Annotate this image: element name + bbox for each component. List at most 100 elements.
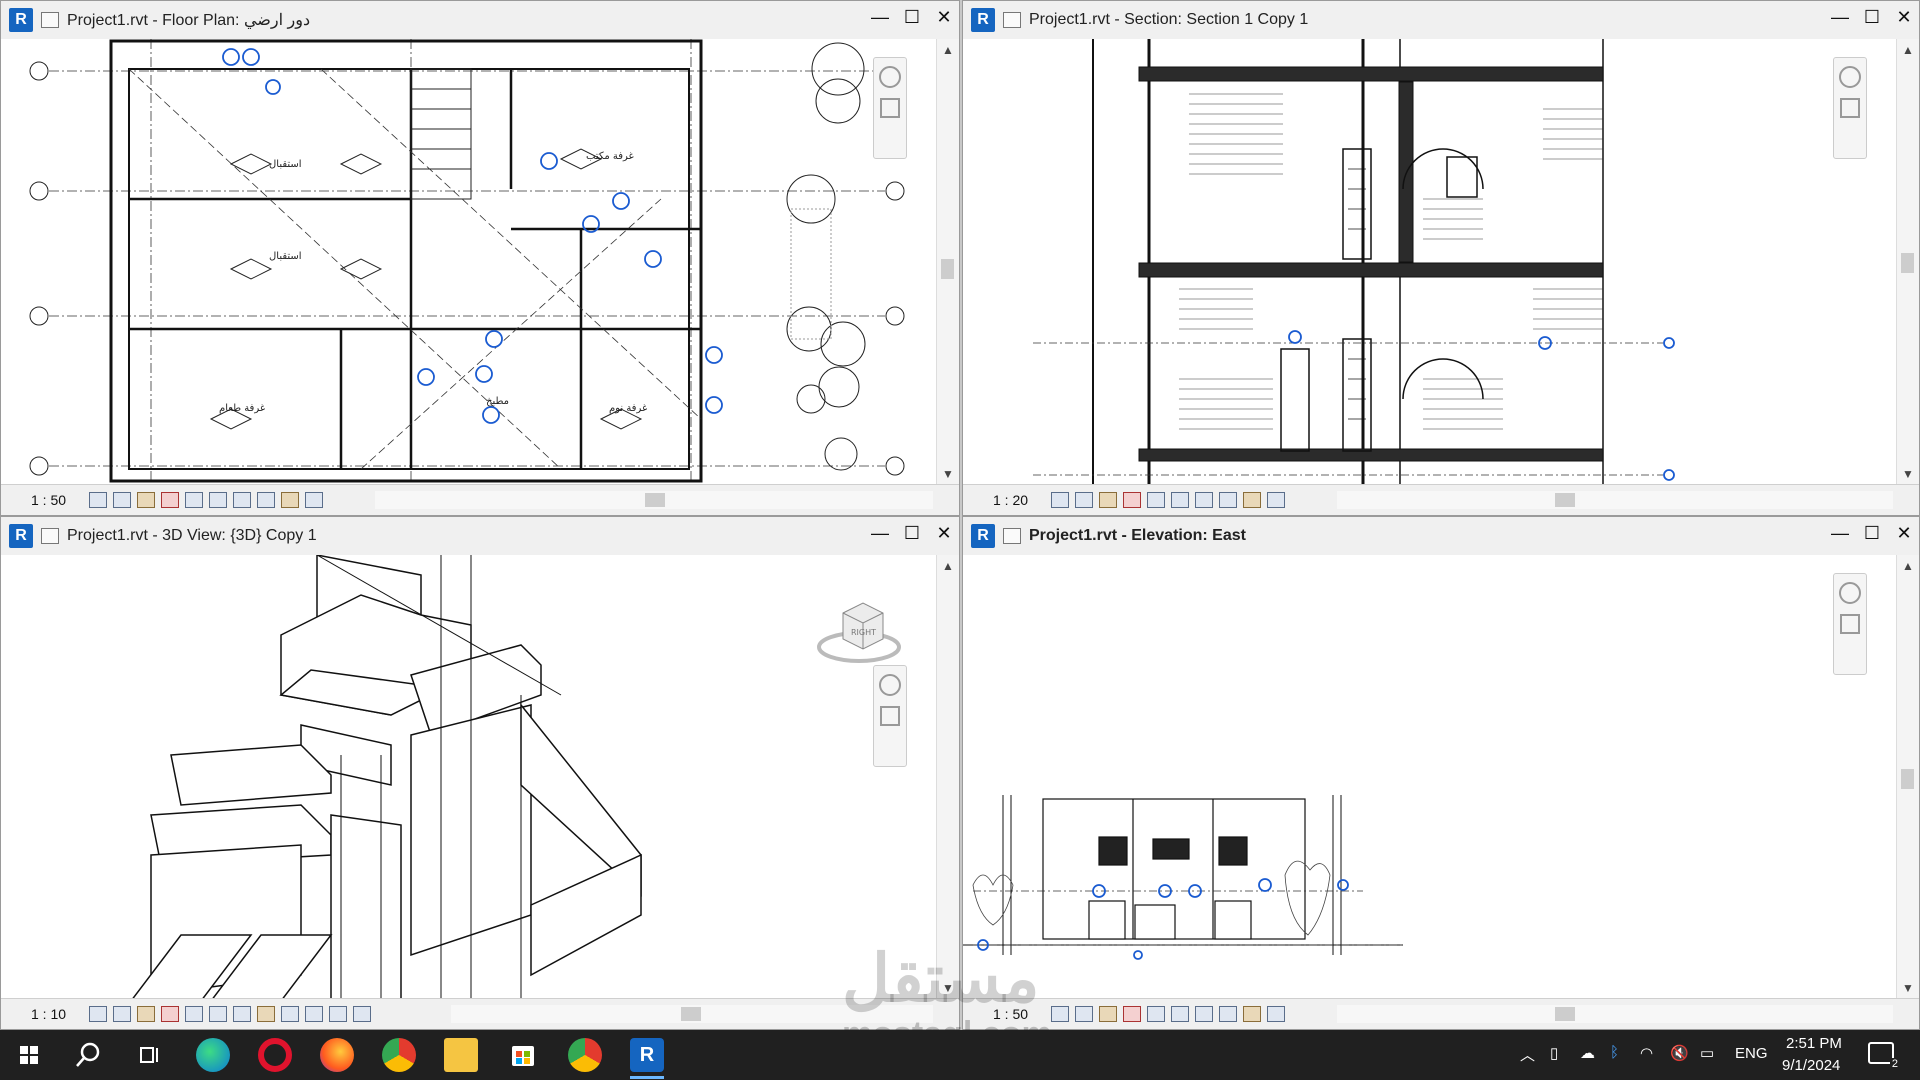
view-cube[interactable]: RIGHT [817,595,901,665]
elevation-canvas[interactable] [963,555,1897,999]
vertical-scrollbar[interactable]: ▲ ▼ [1896,39,1919,485]
store-icon[interactable] [506,1038,540,1072]
vertical-scrollbar[interactable]: ▲ ▼ [936,39,959,485]
section-titlebar[interactable]: R Project1.rvt - Section: Section 1 Copy… [963,1,1919,40]
visual-style-icon[interactable] [1075,1006,1093,1022]
opera-icon[interactable] [258,1038,292,1072]
chrome-profile-icon[interactable] [568,1038,602,1072]
shadows-icon[interactable] [161,492,179,508]
3d-view-titlebar[interactable]: R Project1.rvt - 3D View: {3D} Copy 1 — … [1,517,959,556]
3d-view-window[interactable]: R Project1.rvt - 3D View: {3D} Copy 1 — … [0,516,960,1030]
vertical-scrollbar[interactable]: ▲ ▼ [1896,555,1919,999]
analytical-model-icon[interactable] [329,1006,347,1022]
show-crop-icon[interactable] [209,492,227,508]
maximize-button[interactable]: ☐ [1863,7,1881,28]
minimize-button[interactable]: — [1831,523,1849,544]
maximize-button[interactable]: ☐ [903,7,921,28]
show-crop-icon[interactable] [1171,1006,1189,1022]
steering-wheel-icon[interactable] [1839,66,1861,88]
edge-icon[interactable] [196,1038,230,1072]
volume-muted-icon[interactable]: 🔇 [1670,1044,1689,1062]
horizontal-scrollbar[interactable] [1337,1005,1893,1023]
visual-style-icon[interactable] [1075,492,1093,508]
crop-view-icon[interactable] [209,1006,227,1022]
reveal-hidden-icon[interactable] [1219,492,1237,508]
view-scale[interactable]: 1 : 50 [1,492,89,508]
task-view-icon[interactable] [133,1038,167,1072]
sun-path-icon[interactable] [1099,492,1117,508]
reveal-hidden-icon[interactable] [257,492,275,508]
maximize-button[interactable]: ☐ [1863,523,1881,544]
onedrive-icon[interactable]: ☁ [1580,1044,1595,1062]
detail-level-icon[interactable] [1051,492,1069,508]
temporary-hide-icon[interactable] [281,1006,299,1022]
navigation-bar[interactable] [1833,57,1867,159]
constraints-icon[interactable] [1267,492,1285,508]
analytical-model-icon[interactable] [281,492,299,508]
temporary-hide-icon[interactable] [233,492,251,508]
notification-icon[interactable]: 2 [1868,1042,1900,1070]
elevation-window[interactable]: R Project1.rvt - Elevation: East — ☐ ✕ ▲… [962,516,1920,1030]
section-window[interactable]: R Project1.rvt - Section: Section 1 Copy… [962,0,1920,516]
battery-icon[interactable]: ▭ [1700,1044,1714,1062]
temporary-hide-icon[interactable] [1195,1006,1213,1022]
minimize-button[interactable]: — [1831,7,1849,28]
crop-view-icon[interactable] [1147,492,1165,508]
sun-path-icon[interactable] [1099,1006,1117,1022]
constraints-icon[interactable] [1267,1006,1285,1022]
temporary-hide-icon[interactable] [1195,492,1213,508]
shadows-icon[interactable] [1123,492,1141,508]
maximize-button[interactable]: ☐ [903,523,921,544]
detail-level-icon[interactable] [89,1006,107,1022]
crop-view-icon[interactable] [1147,1006,1165,1022]
bluetooth-icon[interactable]: ᛒ [1610,1044,1619,1061]
start-icon[interactable] [12,1038,46,1072]
clock-date[interactable]: 9/1/2024 [1782,1057,1840,1074]
view-scale[interactable]: 1 : 10 [1,1006,89,1022]
reveal-hidden-icon[interactable] [1219,1006,1237,1022]
shadows-icon[interactable] [1123,1006,1141,1022]
analytical-model-icon[interactable] [1243,1006,1261,1022]
firefox-icon[interactable] [320,1038,354,1072]
zoom-icon[interactable] [1840,614,1860,634]
reveal-hidden-icon[interactable] [305,1006,323,1022]
visual-style-icon[interactable] [113,492,131,508]
zoom-icon[interactable] [1840,98,1860,118]
search-icon[interactable] [72,1038,106,1072]
detail-level-icon[interactable] [1051,1006,1069,1022]
sun-path-icon[interactable] [137,1006,155,1022]
steering-wheel-icon[interactable] [1839,582,1861,604]
analytical-model-icon[interactable] [1243,492,1261,508]
language-indicator[interactable]: ENG [1735,1045,1768,1062]
crop-view-icon[interactable] [185,492,203,508]
navigation-bar[interactable] [873,57,907,159]
close-button[interactable]: ✕ [935,7,953,28]
minimize-button[interactable]: — [871,523,889,544]
wifi-icon[interactable]: ◠ [1640,1044,1653,1062]
lock-view-icon[interactable] [257,1006,275,1022]
detail-level-icon[interactable] [89,492,107,508]
revit-taskbar-icon[interactable]: R [630,1038,664,1072]
close-button[interactable]: ✕ [1895,523,1913,544]
zoom-icon[interactable] [880,98,900,118]
minimize-button[interactable]: — [871,7,889,28]
steering-wheel-icon[interactable] [879,66,901,88]
horizontal-scrollbar[interactable] [1337,491,1893,509]
usb-icon[interactable]: ▯ [1550,1044,1558,1062]
show-hidden-icons-icon[interactable]: ︿ [1520,1044,1535,1065]
floor-plan-titlebar[interactable]: R Project1.rvt - Floor Plan: دور ارضي — … [1,1,959,40]
steering-wheel-icon[interactable] [879,674,901,696]
zoom-icon[interactable] [880,706,900,726]
floor-plan-canvas[interactable]: استقبال استقبال غرفة طعام غرفة نوم مطبخ … [1,39,937,485]
clock-time[interactable]: 2:51 PM [1786,1035,1842,1052]
constraints-icon[interactable] [305,492,323,508]
horizontal-scrollbar[interactable] [375,491,933,509]
visual-style-icon[interactable] [113,1006,131,1022]
show-crop-icon[interactable] [1171,492,1189,508]
render-icon[interactable] [185,1006,203,1022]
close-button[interactable]: ✕ [935,523,953,544]
shadows-icon[interactable] [161,1006,179,1022]
show-crop-icon[interactable] [233,1006,251,1022]
constraints-icon[interactable] [353,1006,371,1022]
navigation-bar[interactable] [873,665,907,767]
